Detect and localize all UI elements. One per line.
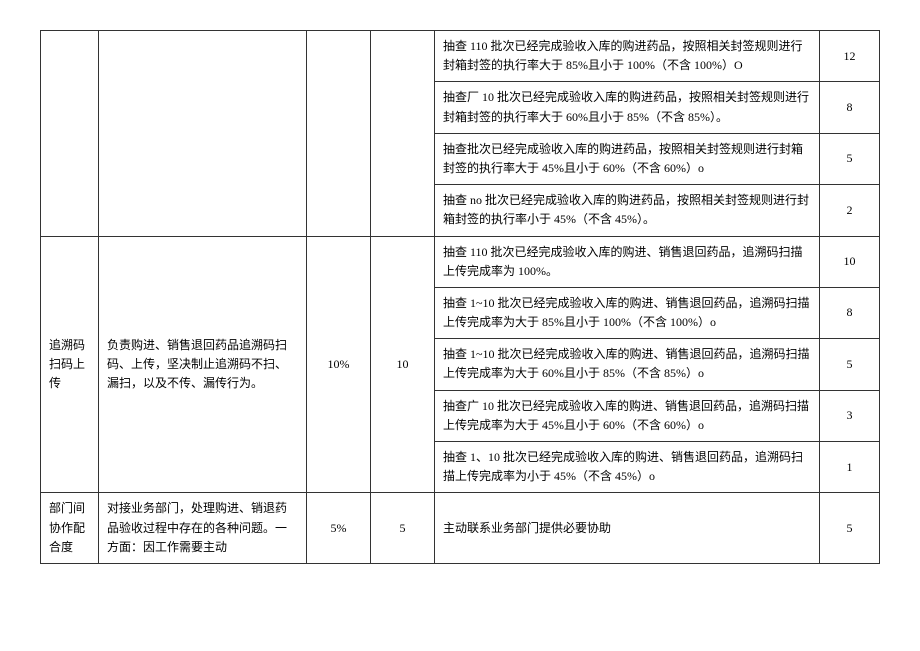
cell-value: 3 [820,390,880,441]
cell-desc: 对接业务部门，处理购进、销退药品验收过程中存在的各种问题。一方面：因工作需要主动 [99,493,307,564]
cell-criteria: 抽查厂 10 批次已经完成验收入库的购进药品，按照相关封签规则进行封箱封签的执行… [435,82,820,133]
cell-value: 10 [820,236,880,287]
cell-criteria: 抽查 1、10 批次已经完成验收入库的购进、销售退回药品，追溯码扫描上传完成率为… [435,442,820,493]
cell-criteria: 主动联系业务部门提供必要协助 [435,493,820,564]
cell-criteria: 抽查 no 批次已经完成验收入库的购进药品，按照相关封签规则进行封箱封签的执行率… [435,185,820,236]
cell-value: 1 [820,442,880,493]
cell-pct [307,31,371,237]
cell-value: 2 [820,185,880,236]
cell-value: 5 [820,339,880,390]
cell-criteria: 抽查 1~10 批次已经完成验收入库的购进、销售退回药品，追溯码扫描上传完成率为… [435,339,820,390]
cell-value: 5 [820,493,880,564]
cell-value: 8 [820,287,880,338]
table-row: 抽查 110 批次已经完成验收入库的购进药品，按照相关封签规则进行封箱封签的执行… [41,31,880,82]
cell-criteria: 抽查 1~10 批次已经完成验收入库的购进、销售退回药品，追溯码扫描上传完成率为… [435,287,820,338]
assessment-table: 抽查 110 批次已经完成验收入库的购进药品，按照相关封签规则进行封箱封签的执行… [40,30,880,564]
cell-score: 10 [371,236,435,493]
cell-pct: 5% [307,493,371,564]
cell-score: 5 [371,493,435,564]
cell-criteria: 抽查批次已经完成验收入库的购进药品，按照相关封签规则进行封箱封签的执行率大于 4… [435,133,820,184]
cell-criteria: 抽查广 10 批次已经完成验收入库的购进、销售退回药品，追溯码扫描上传完成率为大… [435,390,820,441]
table-row: 部门间协作配合度 对接业务部门，处理购进、销退药品验收过程中存在的各种问题。一方… [41,493,880,564]
cell-desc [99,31,307,237]
cell-value: 8 [820,82,880,133]
cell-desc: 负责购进、销售退回药品追溯码扫码、上传，坚决制止追溯码不扫、漏扫，以及不传、漏传… [99,236,307,493]
cell-score [371,31,435,237]
cell-criteria: 抽查 110 批次已经完成验收入库的购进药品，按照相关封签规则进行封箱封签的执行… [435,31,820,82]
table-row: 追溯码扫码上传 负责购进、销售退回药品追溯码扫码、上传，坚决制止追溯码不扫、漏扫… [41,236,880,287]
cell-name: 追溯码扫码上传 [41,236,99,493]
cell-value: 5 [820,133,880,184]
cell-name [41,31,99,237]
cell-pct: 10% [307,236,371,493]
cell-value: 12 [820,31,880,82]
cell-name: 部门间协作配合度 [41,493,99,564]
cell-criteria: 抽查 110 批次已经完成验收入库的购进、销售退回药品，追溯码扫描上传完成率为 … [435,236,820,287]
